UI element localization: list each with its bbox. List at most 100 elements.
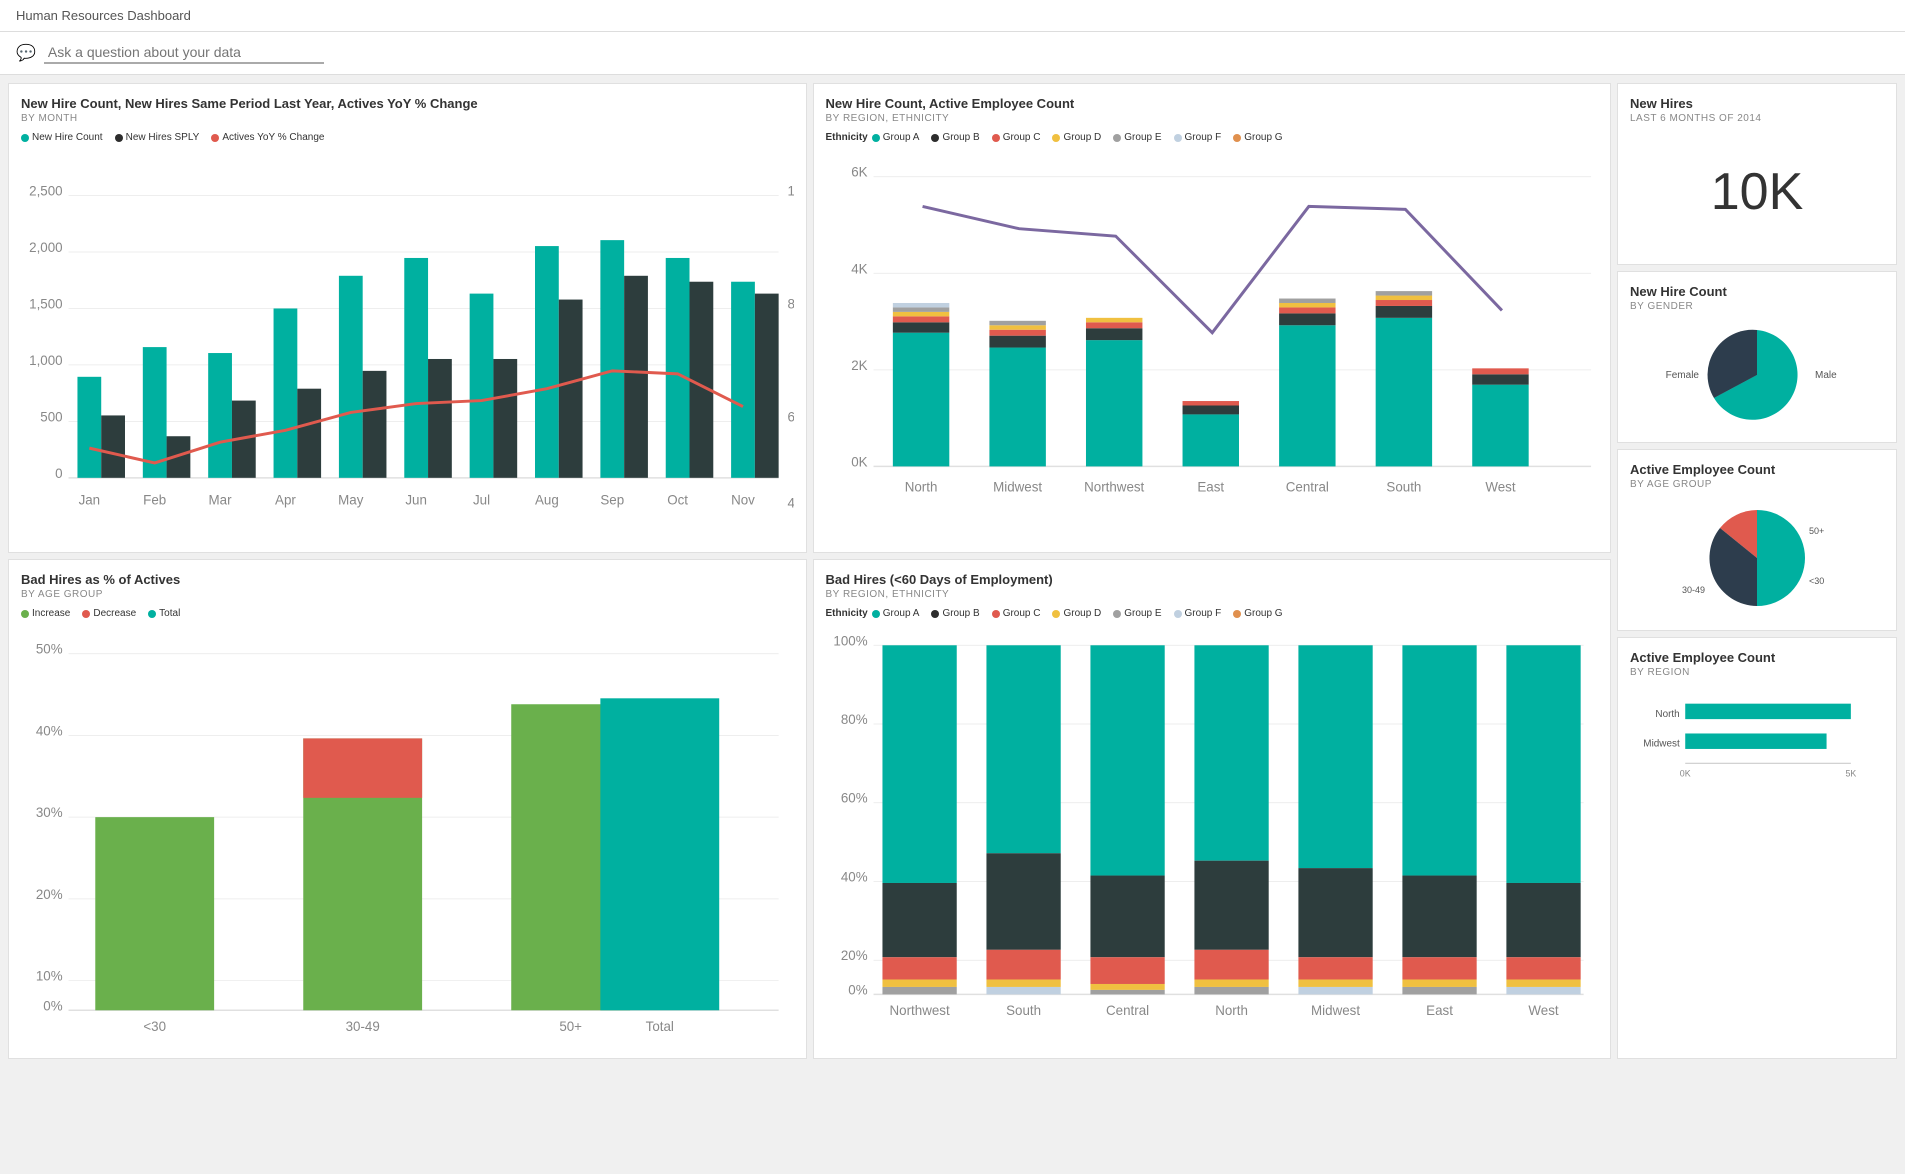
bad-hires-60-card: Bad Hires (<60 Days of Employment) BY RE…: [813, 559, 1612, 1059]
svg-text:North: North: [1215, 1003, 1248, 1018]
svg-text:Apr: Apr: [275, 493, 296, 508]
svg-text:Aug: Aug: [535, 493, 559, 508]
qa-bar: 💬: [0, 32, 1905, 75]
bad-hires-60-svg: 100% 80% 60% 40% 20% 0%: [826, 623, 1599, 1024]
svg-text:10%: 10%: [36, 969, 63, 984]
hire-gender-subtitle: BY GENDER: [1630, 301, 1884, 312]
svg-text:<30: <30: [143, 1019, 166, 1034]
bad-hires-pct-legend: Increase Decrease Total: [21, 608, 794, 619]
top-mid-title: New Hire Count, Active Employee Count: [826, 96, 1599, 111]
svg-text:4K: 4K: [851, 261, 867, 276]
hire-gender-card: New Hire Count BY GENDER Female Male: [1617, 271, 1897, 443]
svg-text:East: East: [1426, 1003, 1453, 1018]
svg-text:30-49: 30-49: [346, 1019, 380, 1034]
new-hires-title: New Hires: [1630, 96, 1884, 111]
svg-text:100%: 100%: [833, 634, 867, 649]
top-mid-chart: 6K 4K 2K 0K: [826, 147, 1599, 536]
svg-text:5K: 5K: [1845, 769, 1856, 779]
svg-text:8 %: 8 %: [788, 296, 794, 311]
svg-text:Jun: Jun: [405, 493, 427, 508]
svg-text:Male: Male: [1815, 370, 1837, 381]
svg-text:50%: 50%: [36, 642, 63, 657]
bad-hires-pct-svg: 50% 40% 30% 20% 10% 0%: [21, 627, 794, 1043]
bad-hires-pct-subtitle: BY AGE GROUP: [21, 589, 794, 600]
active-age-chart: 50+ <30 30-49: [1630, 498, 1884, 618]
svg-text:0%: 0%: [848, 983, 867, 998]
svg-text:6K: 6K: [851, 165, 867, 180]
svg-text:Jan: Jan: [79, 493, 101, 508]
hire-gender-title: New Hire Count: [1630, 284, 1884, 299]
top-left-svg: 2,500 2,000 1,500 1,000 500 0 10 % 8 % 6…: [21, 151, 794, 537]
bad-hires-60-chart: 100% 80% 60% 40% 20% 0%: [826, 623, 1599, 1027]
top-mid-card: New Hire Count, Active Employee Count BY…: [813, 83, 1612, 553]
new-hires-card: New Hires LAST 6 MONTHS OF 2014 10K: [1617, 83, 1897, 265]
gender-pie-svg: Female Male: [1657, 320, 1857, 430]
svg-text:40%: 40%: [36, 724, 63, 739]
svg-text:10 %: 10 %: [788, 184, 794, 199]
bad-hires-60-title: Bad Hires (<60 Days of Employment): [826, 572, 1599, 587]
svg-text:0K: 0K: [1680, 769, 1691, 779]
active-age-card: Active Employee Count BY AGE GROUP 50+ <…: [1617, 449, 1897, 631]
svg-text:0: 0: [55, 466, 62, 481]
app-title: Human Resources Dashboard: [16, 8, 191, 23]
svg-text:20%: 20%: [840, 948, 867, 963]
svg-text:Midwest: Midwest: [1643, 739, 1680, 750]
active-age-subtitle: BY AGE GROUP: [1630, 479, 1884, 490]
svg-text:Jul: Jul: [473, 493, 490, 508]
top-mid-subtitle: BY REGION, ETHNICITY: [826, 113, 1599, 124]
qa-input[interactable]: [44, 42, 324, 64]
svg-text:Northwest: Northwest: [1084, 480, 1144, 495]
hire-gender-chart: Female Male: [1630, 320, 1884, 430]
app-header: Human Resources Dashboard: [0, 0, 1905, 32]
svg-text:0K: 0K: [851, 454, 867, 469]
top-left-legend: New Hire Count New Hires SPLY Actives Yo…: [21, 132, 794, 143]
svg-text:Nov: Nov: [731, 493, 755, 508]
svg-text:North: North: [1655, 709, 1679, 720]
svg-text:2,000: 2,000: [29, 240, 62, 255]
svg-text:Total: Total: [646, 1019, 674, 1034]
legend-actives-yoy: Actives YoY % Change: [211, 132, 324, 143]
active-region-card: Active Employee Count BY REGION North Mi…: [1617, 637, 1897, 1059]
svg-text:Central: Central: [1106, 1003, 1149, 1018]
svg-text:Sep: Sep: [600, 493, 624, 508]
svg-text:4 %: 4 %: [788, 496, 794, 511]
svg-text:60%: 60%: [840, 791, 867, 806]
svg-text:1,000: 1,000: [29, 353, 62, 368]
top-mid-svg: 6K 4K 2K 0K: [826, 147, 1599, 533]
age-pie-svg: 50+ <30 30-49: [1657, 498, 1857, 618]
top-left-chart: 2,500 2,000 1,500 1,000 500 0 10 % 8 % 6…: [21, 151, 794, 540]
right-panel: New Hires LAST 6 MONTHS OF 2014 10K New …: [1617, 83, 1897, 1059]
svg-text:West: West: [1485, 480, 1515, 495]
svg-text:80%: 80%: [840, 712, 867, 727]
active-age-title: Active Employee Count: [1630, 462, 1884, 477]
bad-hires-pct-card: Bad Hires as % of Actives BY AGE GROUP I…: [8, 559, 807, 1059]
svg-text:20%: 20%: [36, 887, 63, 902]
bad-hires-pct-title: Bad Hires as % of Actives: [21, 572, 794, 587]
top-mid-legend: Group A Group B Group C Group D Group E …: [872, 132, 1283, 143]
svg-text:Midwest: Midwest: [993, 480, 1042, 495]
svg-text:1,500: 1,500: [29, 296, 62, 311]
svg-text:6 %: 6 %: [788, 409, 794, 424]
active-region-subtitle: BY REGION: [1630, 667, 1884, 678]
svg-text:50+: 50+: [559, 1019, 582, 1034]
svg-text:40%: 40%: [840, 870, 867, 885]
svg-text:Oct: Oct: [667, 493, 688, 508]
svg-text:North: North: [904, 480, 937, 495]
bot-mid-ethnicity-label: Ethnicity: [826, 608, 868, 619]
top-left-title: New Hire Count, New Hires Same Period La…: [21, 96, 794, 111]
active-region-chart: North Midwest 0K 5K: [1630, 686, 1884, 799]
legend-new-hire-count: New Hire Count: [21, 132, 103, 143]
svg-text:South: South: [1006, 1003, 1041, 1018]
svg-text:Central: Central: [1285, 480, 1328, 495]
active-region-title: Active Employee Count: [1630, 650, 1884, 665]
dashboard: New Hire Count, New Hires Same Period La…: [0, 75, 1905, 1067]
svg-text:500: 500: [40, 409, 62, 424]
svg-text:Mar: Mar: [209, 493, 233, 508]
top-left-subtitle: BY MONTH: [21, 113, 794, 124]
svg-text:Female: Female: [1666, 370, 1700, 381]
bad-hires-pct-chart: 50% 40% 30% 20% 10% 0%: [21, 627, 794, 1046]
new-hires-value: 10K: [1630, 132, 1884, 252]
top-left-card: New Hire Count, New Hires Same Period La…: [8, 83, 807, 553]
svg-text:2,500: 2,500: [29, 184, 62, 199]
svg-text:0%: 0%: [43, 999, 62, 1014]
